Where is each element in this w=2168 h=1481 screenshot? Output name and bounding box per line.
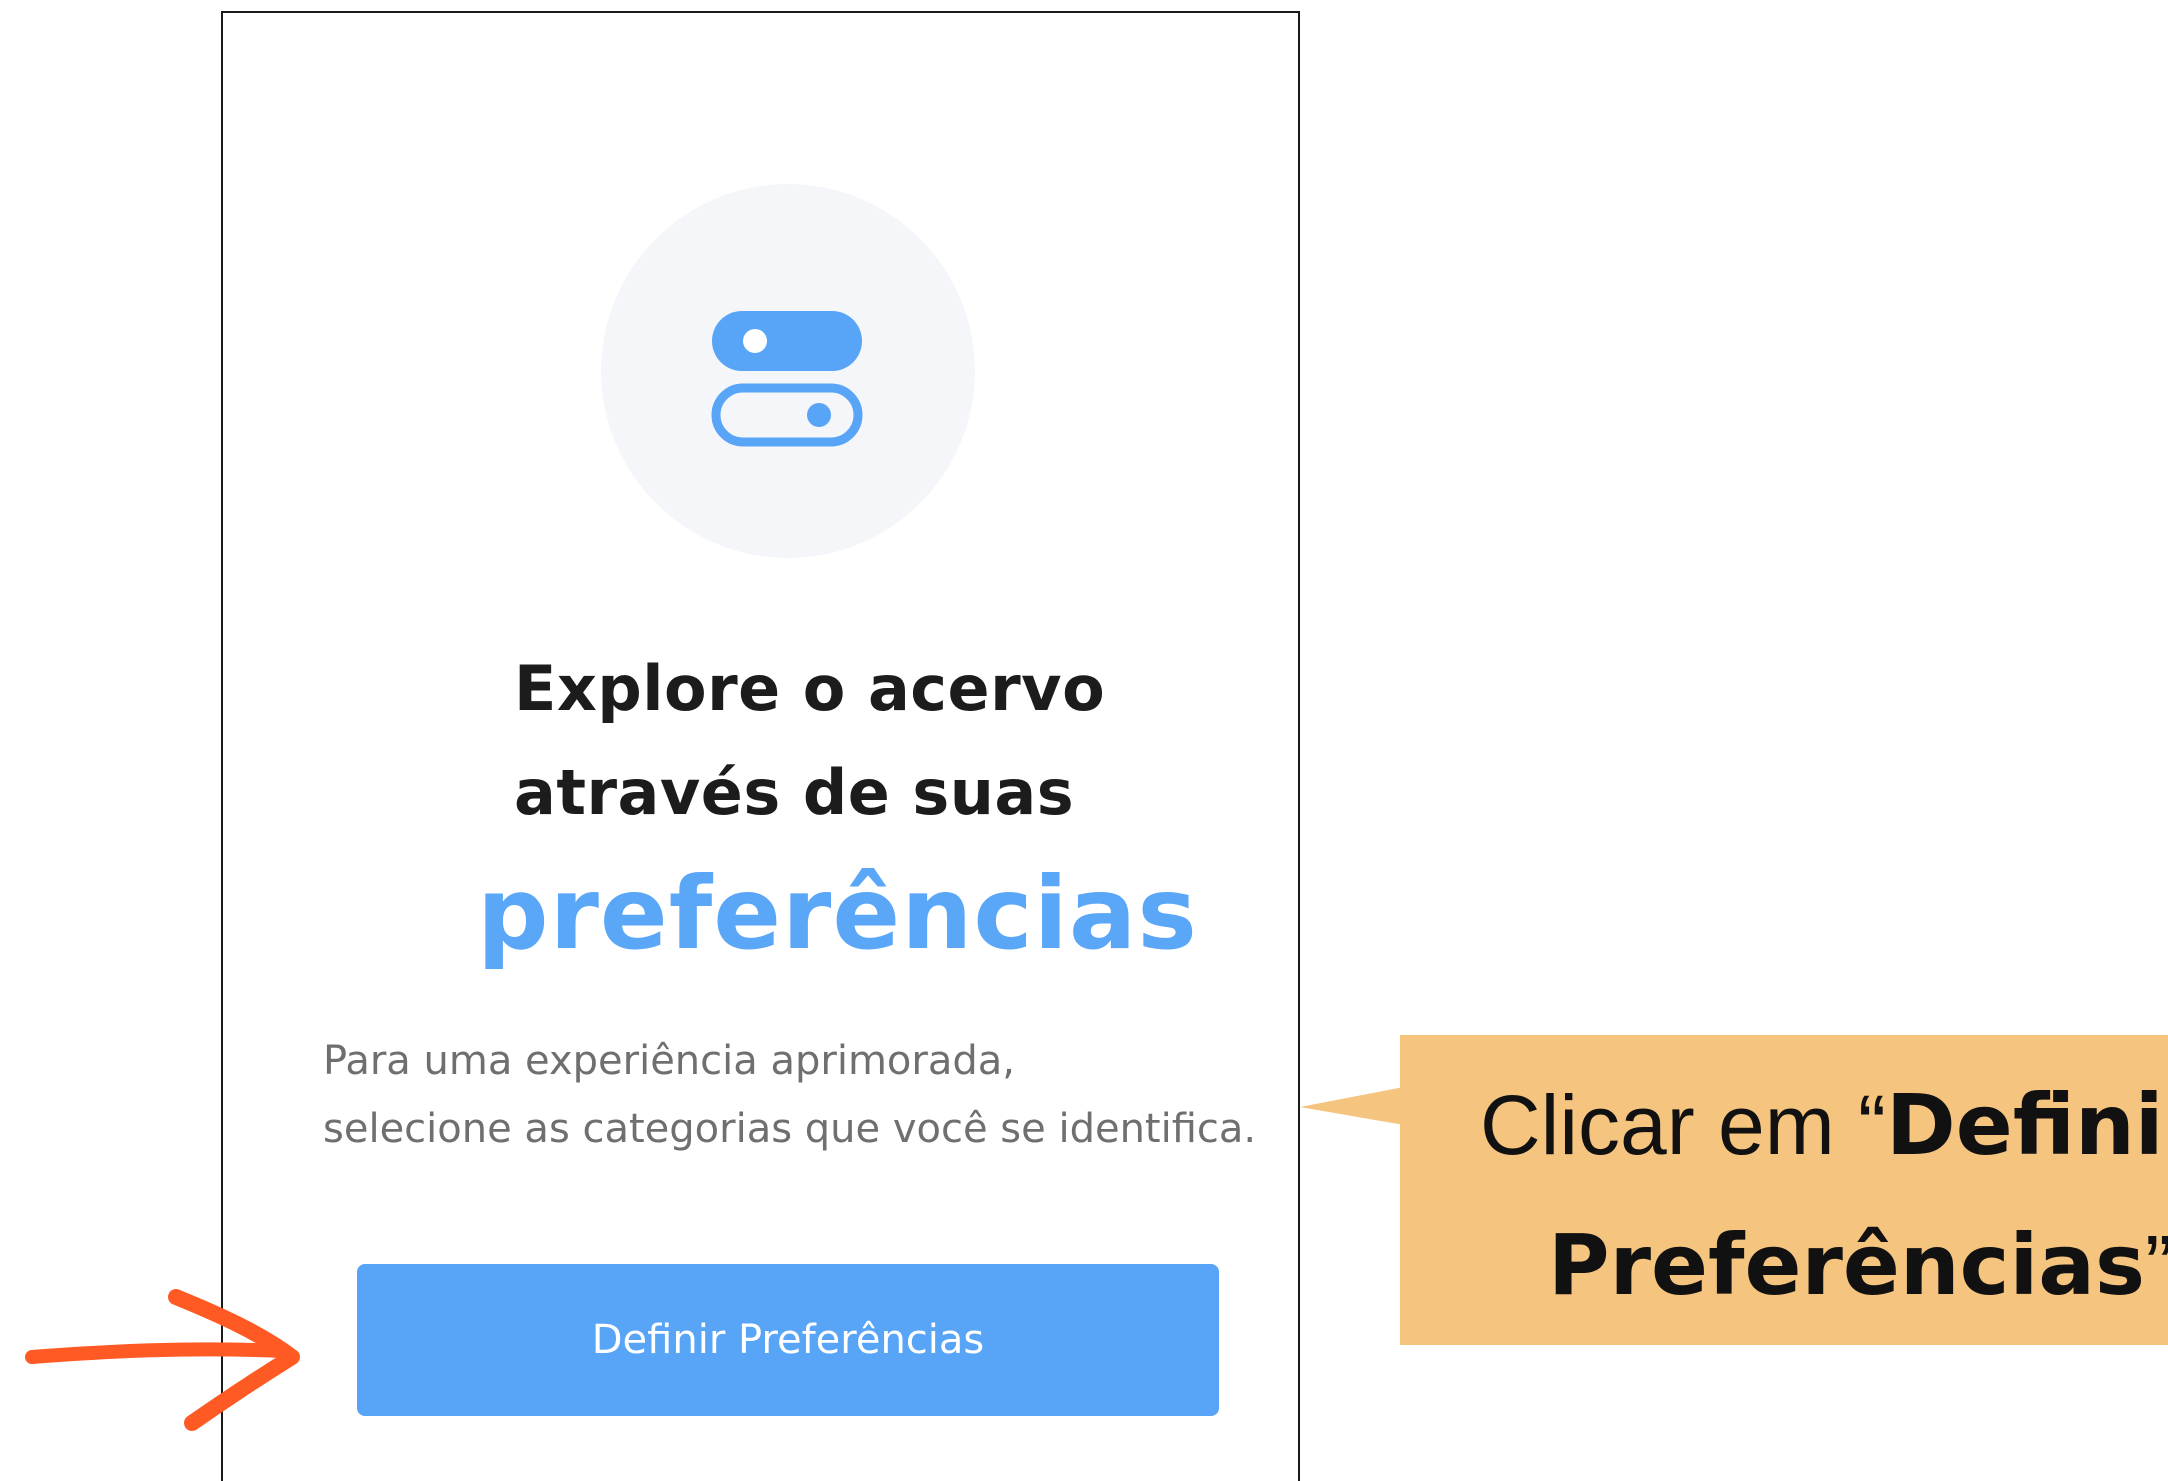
title-line-1: Explore o acervo [514, 652, 1106, 725]
callout-pointer [1300, 1087, 1404, 1125]
description-line-1: Para uma experiência aprimorada, [323, 1038, 1015, 1084]
description-line-2: selecione as categorias que você se iden… [323, 1106, 1257, 1152]
callout-bold-1: Definir [1886, 1076, 2168, 1174]
title-line-2: através de suas [514, 756, 1075, 829]
title-highlight: preferências [477, 855, 1198, 972]
define-preferences-button[interactable]: Definir Preferências [357, 1264, 1219, 1416]
icon-circle [601, 184, 975, 558]
callout-bold-2: Preferências [1548, 1216, 2145, 1314]
callout-line-2: Preferências” [1400, 1217, 2168, 1313]
callout-prefix: Clicar em “ [1480, 1078, 1887, 1172]
callout-line-1: Clicar em “Definir [1400, 1077, 2168, 1173]
pointer-arrow-icon [25, 1289, 300, 1431]
toggle-switches-icon [711, 311, 863, 447]
callout-suffix: ” [2145, 1218, 2168, 1312]
instruction-callout: Clicar em “Definir Preferências” [1400, 1035, 2168, 1345]
